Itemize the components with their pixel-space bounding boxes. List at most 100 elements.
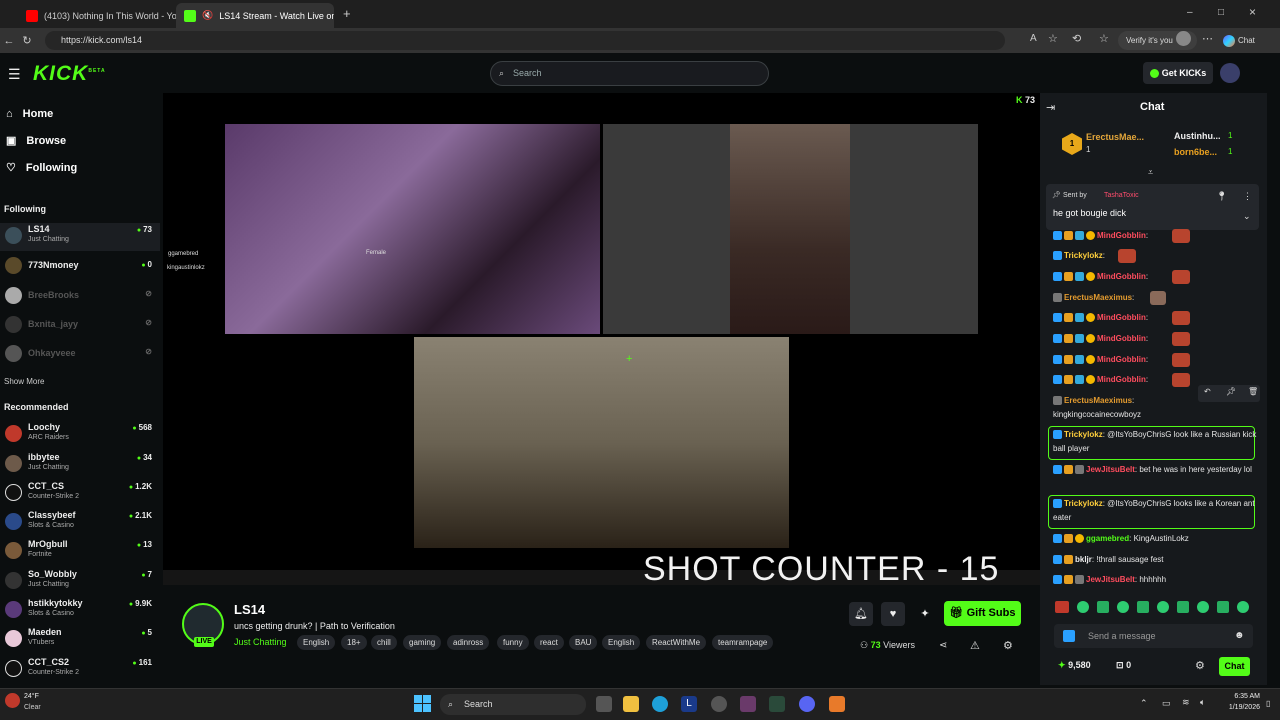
- chat-message-input[interactable]: Send a message ☻: [1054, 624, 1253, 648]
- tag[interactable]: 18+: [341, 635, 367, 650]
- tag[interactable]: chill: [371, 635, 397, 650]
- chat-message[interactable]: JewJitsuBelt: hhhhhh: [1053, 573, 1258, 587]
- following-item-breebrooks[interactable]: BreeBrooks ⊘: [0, 283, 160, 311]
- volume-icon[interactable]: 🔈︎: [1200, 697, 1205, 708]
- refresh-icon[interactable]: ↻: [18, 34, 36, 47]
- tray-app-icon[interactable]: ▭: [1162, 698, 1171, 709]
- tag[interactable]: ReactWithMe: [646, 635, 707, 650]
- leaderboard-name[interactable]: Austinhu...: [1174, 131, 1221, 141]
- pinned-message[interactable]: 📌︎ Sent by TashaToxic he got bougie dick…: [1046, 184, 1259, 230]
- chat-username[interactable]: Trickylokz: [1064, 430, 1103, 439]
- chat-message[interactable]: ErectusMaeximus: kingkingcocainecowboyz: [1053, 394, 1258, 422]
- tab-kick[interactable]: 🔇 LS14 Stream - Watch Live on ×: [176, 3, 334, 28]
- emote-icon[interactable]: [1117, 601, 1129, 613]
- nav-following[interactable]: ♡ Following: [6, 161, 77, 175]
- weather-temp[interactable]: 24°F: [24, 693, 39, 700]
- nav-home[interactable]: ⌂ Home: [6, 108, 53, 120]
- chat-username[interactable]: Trickylokz: [1064, 499, 1103, 508]
- edge-icon[interactable]: [652, 696, 668, 712]
- kick-logo[interactable]: KICKBETA: [33, 62, 106, 86]
- tag[interactable]: teamrampage: [712, 635, 774, 650]
- search-input[interactable]: ⌕ Search: [490, 61, 769, 86]
- unpin-icon[interactable]: 📍︎: [1216, 191, 1227, 202]
- emote-icon[interactable]: [1137, 601, 1149, 613]
- following-item-bxnita-jayy[interactable]: Bxnita_jayy ⊘: [0, 312, 160, 340]
- read-aloud-icon[interactable]: A: [1030, 33, 1037, 44]
- channel-name[interactable]: LS14: [234, 602, 265, 617]
- following-item-ls14[interactable]: LS14 Just Chatting 73: [0, 223, 160, 251]
- minimize-button[interactable]: –: [1187, 7, 1193, 18]
- report-warning-icon[interactable]: ⚠: [970, 639, 980, 652]
- new-tab-button[interactable]: +: [343, 6, 351, 21]
- emote-icon[interactable]: [1077, 601, 1089, 613]
- emote-icon[interactable]: [1217, 601, 1229, 613]
- recommended-item[interactable]: CCT_CS Counter-Strike 2 1.2K: [0, 480, 160, 508]
- chat-message[interactable]: bkljr: !thrall sausage fest: [1053, 553, 1258, 567]
- file-explorer-icon[interactable]: [623, 696, 639, 712]
- channel-points[interactable]: ✦ 9,580: [1058, 660, 1091, 671]
- emote-icon[interactable]: [1055, 601, 1069, 613]
- expand-leaderboard-icon[interactable]: ⩡: [1148, 167, 1153, 178]
- send-chat-button[interactable]: Chat: [1219, 657, 1250, 676]
- recommended-item[interactable]: ibbytee Just Chatting 34: [0, 451, 160, 479]
- tag[interactable]: English: [602, 635, 641, 650]
- pinned-expand-icon[interactable]: ⌄: [1243, 211, 1251, 222]
- wifi-icon[interactable]: ≋: [1182, 697, 1190, 708]
- user-settings-icon[interactable]: ⚙: [1003, 639, 1013, 652]
- collections-icon[interactable]: ☆: [1099, 32, 1109, 45]
- recommended-item[interactable]: Loochy ARC Raiders 568: [0, 421, 160, 449]
- leaderboard-name[interactable]: ErectusMae...: [1086, 132, 1144, 142]
- chat-username[interactable]: MindGobblin: [1097, 355, 1146, 364]
- collapse-chat-icon[interactable]: ⇥: [1046, 101, 1055, 114]
- close-window-button[interactable]: ×: [1249, 5, 1256, 19]
- task-view-icon[interactable]: [596, 696, 612, 712]
- recommended-item[interactable]: Classybeef Slots & Casino 2.1K: [0, 509, 160, 537]
- windows-start-icon[interactable]: [414, 695, 431, 712]
- chat-message[interactable]: MindGobblin:: [1053, 229, 1258, 243]
- chat-username[interactable]: JewJitsuBelt: [1086, 575, 1135, 584]
- chat-username[interactable]: MindGobblin: [1097, 334, 1146, 343]
- chat-message[interactable]: MindGobblin:: [1053, 270, 1258, 284]
- gift-subs-button[interactable]: 🎁︎ Gift Subs: [944, 601, 1021, 626]
- steam-icon[interactable]: [711, 696, 727, 712]
- chat-message[interactable]: Trickylokz:: [1053, 249, 1258, 263]
- chat-username[interactable]: ErectusMaeximus: [1064, 293, 1132, 302]
- chat-message[interactable]: MindGobblin:: [1053, 311, 1258, 325]
- copilot-chat-button[interactable]: Chat: [1223, 31, 1255, 50]
- chat-message[interactable]: ggamebred: KingAustinLokz: [1053, 532, 1258, 546]
- tag[interactable]: funny: [497, 635, 529, 650]
- chat-username[interactable]: MindGobblin: [1097, 375, 1146, 384]
- muted-speaker-icon[interactable]: 🔇: [202, 10, 213, 21]
- emoji-picker-icon[interactable]: ☻: [1234, 624, 1245, 648]
- app-icon[interactable]: [769, 696, 785, 712]
- tab-youtube[interactable]: (4103) Nothing In This World - Yo ×: [18, 3, 176, 28]
- show-more-link[interactable]: Show More: [4, 377, 44, 386]
- chat-username[interactable]: JewJitsuBelt: [1086, 465, 1135, 474]
- taskbar-search[interactable]: ⌕ Search: [440, 694, 586, 715]
- chat-username[interactable]: ggamebred: [1086, 534, 1129, 543]
- follow-heart-icon[interactable]: ♥: [881, 602, 905, 626]
- app-l-icon[interactable]: L: [681, 696, 697, 712]
- tray-expand-icon[interactable]: ⌃: [1140, 698, 1148, 709]
- chat-username[interactable]: bkljr: [1075, 555, 1092, 564]
- get-kicks-button[interactable]: Get KICKs: [1143, 62, 1213, 84]
- chat-username[interactable]: MindGobblin: [1097, 231, 1146, 240]
- discord-icon[interactable]: [799, 696, 815, 712]
- following-item-ohkayveee[interactable]: Ohkayveee ⊘: [0, 341, 160, 369]
- extensions-icon[interactable]: ⟲: [1072, 32, 1081, 45]
- tag[interactable]: BAU: [569, 635, 598, 650]
- app-icon[interactable]: [829, 696, 845, 712]
- chat-username[interactable]: Trickylokz: [1064, 251, 1103, 260]
- nav-browse[interactable]: ▣ Browse: [6, 134, 66, 148]
- emote-icon[interactable]: [1237, 601, 1249, 613]
- favorite-star-icon[interactable]: ☆: [1048, 32, 1058, 45]
- pinned-more-icon[interactable]: ⋮: [1243, 191, 1252, 202]
- notification-icon[interactable]: ▯: [1266, 699, 1270, 708]
- following-item-773nmoney[interactable]: 773Nmoney 0: [0, 253, 160, 281]
- recommended-item[interactable]: So_Wobbly Just Chatting 7: [0, 568, 160, 596]
- sparkle-icon[interactable]: ✦: [913, 602, 937, 626]
- user-avatar[interactable]: [1220, 63, 1240, 83]
- recommended-item[interactable]: MrOgbull Fortnite 13: [0, 538, 160, 566]
- back-icon[interactable]: ←: [0, 35, 18, 47]
- maximize-button[interactable]: □: [1218, 7, 1224, 18]
